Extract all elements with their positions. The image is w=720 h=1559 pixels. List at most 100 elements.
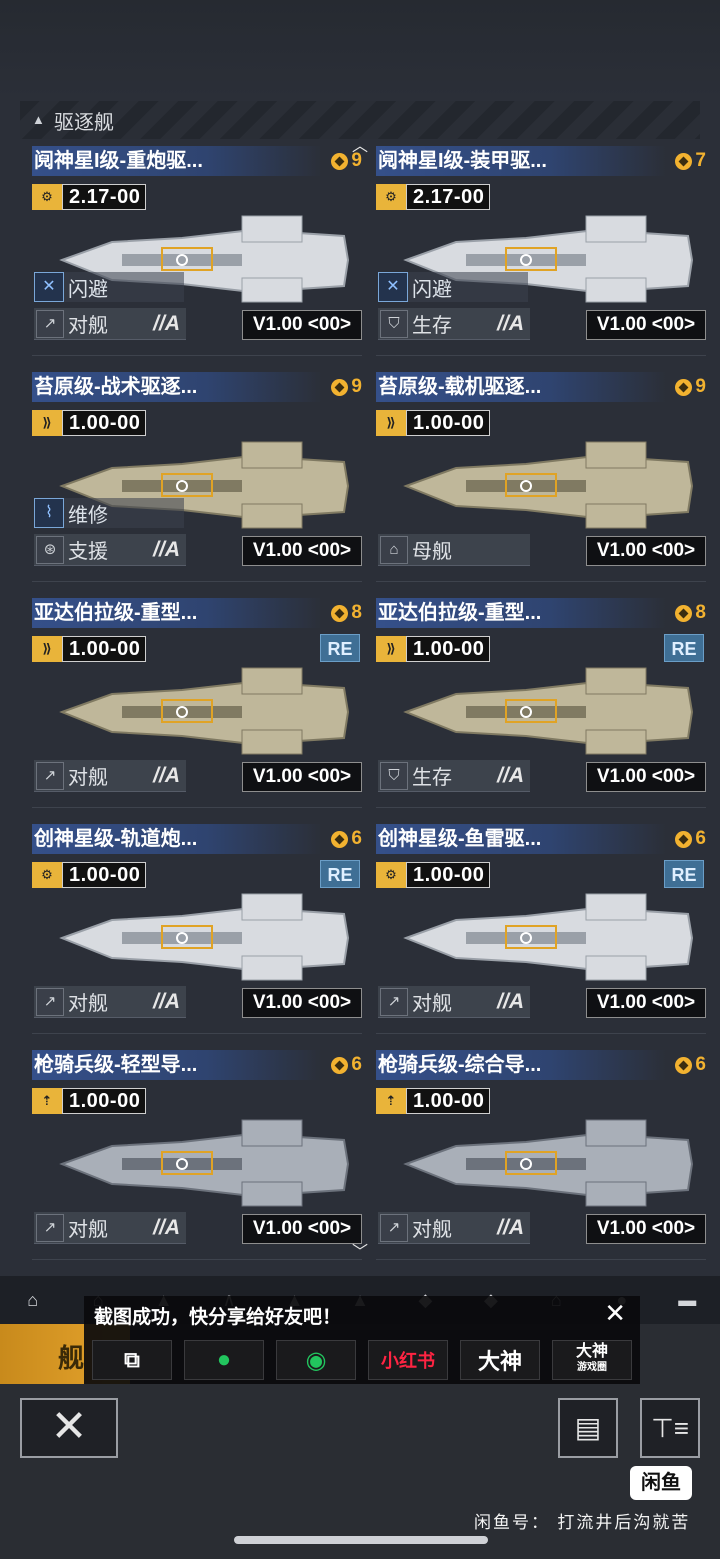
ship-title: 枪骑兵级-综合导... [376,1050,666,1080]
ship-image [59,1119,350,1207]
ship-version: V1.00 <00> [242,310,362,340]
ship-engine-block [585,1181,647,1207]
ship-title: 阋神星I级-重炮驱... [32,146,322,176]
ship-engine-block [585,729,647,755]
support-icon: ⊛ [36,535,64,564]
ship-version: V1.00 <00> [586,536,706,566]
ship-engine-block [241,503,303,529]
share-dashen-button[interactable]: 大神 [460,1340,540,1380]
ship-rank: 6 [331,826,362,852]
ship-card[interactable]: 创神星级-鱼雷驱... 6 ⚙ 1.00-00 RE ↗ 对舰//A V1.00 <00> [376,824,706,1036]
ship-title: 苔原级-载机驱逐... [376,372,666,402]
tab-category-11[interactable]: ▬ [676,1289,698,1311]
ship-role: ⛉ 生存 //A [378,760,530,792]
close-button[interactable]: ✕ [20,1398,118,1458]
ship-card[interactable]: 亚达伯拉级-重型... 8 ⟫ 1.00-00 RE ⛉ 生存//A V1.00 <00> [376,598,706,810]
role-label: 对舰 [68,767,108,789]
ship-rank: 8 [331,600,362,626]
rank-value: 9 [695,376,706,397]
ship-version: V1.00 <00> [242,988,362,1018]
ship-card[interactable]: 阋神星I级-重炮驱... 9 ⚙ 2.17-00 ✕ 闪避 ↗ 对舰//A V1.00 <00… [32,146,362,358]
ship-engine-block [585,955,647,981]
ship-rank: 8 [675,600,706,626]
share-button-row: ⧉ ● ◉ 小红书 大神 大神 游戏圈 [92,1340,632,1380]
share-message: 截图成功，快分享给好友吧！ [94,1307,342,1328]
ship-card[interactable]: 苔原级-战术驱逐... 9 ⟫ 1.00-00 ⌇ 维修 ⊛ 支援//A V1.00 <00> [32,372,362,584]
top-bar [0,0,720,100]
ship-card[interactable]: 苔原级-载机驱逐... 9 ⟫ 1.00-00 ⌂ 母舰 V1.00 <00> [376,372,706,584]
role-grade: //A [153,537,180,561]
home-indicator[interactable] [234,1536,488,1544]
ship-rank: 6 [675,1052,706,1078]
rank-badge-icon [331,1056,349,1074]
ship-card[interactable]: 枪骑兵级-轻型导... 6 ⇡ 1.00-00 ↗ 对舰//A V1.00 <00> [32,1050,362,1262]
rank-badge-icon [675,378,693,396]
ship-tower [241,667,303,695]
role-grade: //A [497,989,524,1013]
ship-card[interactable]: 枪骑兵级-综合导... 6 ⇡ 1.00-00 ↗ 对舰//A V1.00 <00> [376,1050,706,1262]
ship-card[interactable]: 阋神星I级-装甲驱... 7 ⚙ 2.17-00 ✕ 闪避 ⛉ 生存//A V1.00 <00… [376,146,706,358]
share-moments-button[interactable]: ◉ [276,1340,356,1380]
filter-button[interactable]: ⊤≡ [640,1398,700,1458]
card-divider [32,1024,362,1034]
share-screenshot-button[interactable]: ⧉ [92,1340,172,1380]
ship-trait: ✕ 闪避 [34,272,184,302]
watermark-text: 闲鱼号： 打流井后沟就苦 [474,1513,691,1533]
ship-role: ↗ 对舰 //A [378,1212,530,1244]
ship-card[interactable]: 亚达伯拉级-重型... 8 ⟫ 1.00-00 RE ↗ 对舰//A V1.00 <00> [32,598,362,810]
scroll-down-icon[interactable]: ﹀ [348,1245,372,1261]
ship-title: 亚达伯拉级-重型... [32,598,322,628]
ship-card[interactable]: 创神星级-轨道炮... 6 ⚙ 1.00-00 RE ↗ 对舰//A V1.00 <00> [32,824,362,1036]
share-dashen-circle-label: 大神 [575,1343,608,1360]
ship-role: ↗ 对舰 //A [378,986,530,1018]
ship-trait: ⌇ 维修 [34,498,184,528]
share-xiaohongshu-button[interactable]: 小红书 [368,1340,448,1380]
ship-role: ↗ 对舰 //A [34,308,186,340]
role-grade: //A [153,989,180,1013]
rank-badge-icon [675,1056,693,1074]
rank-badge-icon [331,378,349,396]
share-toast: 截图成功，快分享给好友吧！ ✕ ⧉ ● ◉ 小红书 大神 大神 游戏圈 [84,1296,640,1384]
xianyu-logo: 闲鱼 [630,1466,692,1500]
share-wechat-button[interactable]: ● [184,1340,264,1380]
ship-title: 阋神星I级-装甲驱... [376,146,666,176]
role-grade: //A [497,311,524,335]
shield-icon: ⛉ [380,761,408,790]
rank-badge-icon [331,604,349,622]
card-divider [376,1024,706,1034]
rank-badge-icon [331,830,349,848]
ship-rank: 9 [331,374,362,400]
ship-tower [585,215,647,243]
ship-image [403,893,694,981]
rank-badge-icon [675,604,693,622]
ship-engine-block [585,503,647,529]
tab-category-1[interactable]: ⌂ [22,1289,44,1311]
role-label: 母舰 [412,541,452,563]
share-dashen-circle-button[interactable]: 大神 游戏圈 [552,1340,632,1380]
rank-badge-icon [675,830,693,848]
share-close-icon[interactable]: ✕ [604,1298,626,1329]
list-view-button[interactable]: ▤ [558,1398,618,1458]
trait-label: 闪避 [68,278,108,301]
ship-role: ⛉ 生存 //A [378,308,530,340]
ship-version: V1.00 <00> [242,536,362,566]
ship-rank: 7 [675,148,706,174]
ship-version: V1.00 <00> [242,1214,362,1244]
tab-ships-label: 舰 [58,1343,85,1373]
ship-image [403,441,694,529]
rank-value: 6 [695,828,706,849]
dodge-icon: ✕ [378,272,408,302]
card-divider [376,572,706,582]
role-label: 对舰 [68,1219,108,1241]
ship-image [403,1119,694,1207]
ship-tower [241,1119,303,1147]
dodge-icon: ✕ [34,272,64,302]
trait-label: 维修 [68,504,108,527]
rank-value: 6 [351,1054,362,1075]
rank-value: 6 [695,1054,706,1075]
ship-tower [585,441,647,469]
ship-title: 创神星级-轨道炮... [32,824,322,854]
ship-rank: 9 [331,148,362,174]
ship-tower [585,893,647,921]
ship-image [59,893,350,981]
